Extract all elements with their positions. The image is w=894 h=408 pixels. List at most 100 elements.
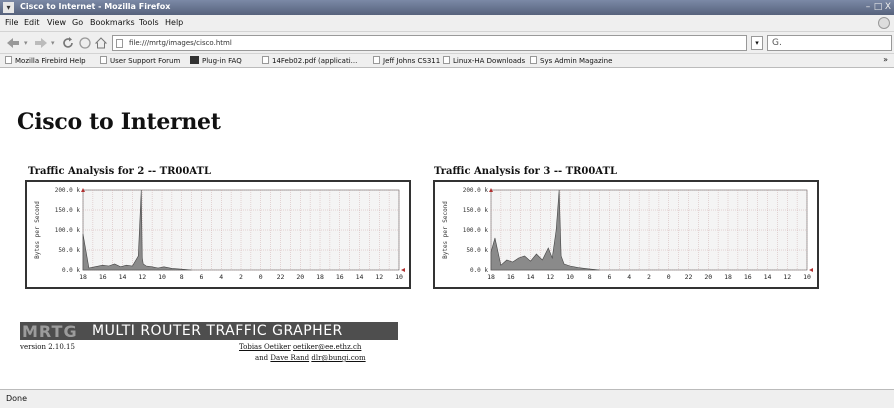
y-axis-label: Bytes per Second	[442, 201, 449, 259]
x-tick-label: 14	[764, 273, 772, 281]
left-arrow-icon	[7, 38, 19, 48]
author-email-link[interactable]: dlr@bungi.com	[311, 354, 365, 362]
x-tick-label: 16	[744, 273, 752, 281]
x-tick-label: 22	[277, 273, 285, 281]
credit-prefix: and	[255, 354, 269, 362]
bookmark-item[interactable]: Sys Admin Magazine	[530, 56, 612, 65]
bookmark-item[interactable]: Jeff Johns CS311	[373, 56, 440, 65]
page-icon	[5, 56, 12, 64]
author-link[interactable]: Dave Rand	[270, 354, 309, 362]
url-history-dropdown[interactable]: ▾	[751, 36, 763, 50]
y-tick-label: 100.0 k	[463, 227, 489, 234]
back-history-dropdown[interactable]: ▾	[24, 36, 28, 50]
minimize-button[interactable]: –	[863, 2, 873, 13]
x-tick-label: 0	[259, 273, 263, 281]
page-icon	[373, 56, 380, 64]
url-input[interactable]: file:///mrtg/images/cisco.html	[112, 35, 747, 51]
back-button[interactable]	[5, 36, 21, 50]
x-tick-label: 4	[219, 273, 223, 281]
menu-bar: File Edit View Go Bookmarks Tools Help	[0, 15, 894, 32]
x-tick-label: 20	[296, 273, 304, 281]
traffic-graph-1[interactable]: 200.0 k 150.0 k 100.0 k 50.0 k 0.0 k Bytes pe…	[25, 180, 411, 289]
x-tick-label: 6	[608, 273, 612, 281]
author-email-link[interactable]: oetiker@ee.ethz.ch	[293, 343, 361, 351]
mrtg-logo-fullname: MULTI ROUTER TRAFFIC GRAPHER	[92, 323, 343, 339]
y-tick-label: 100.0 k	[55, 227, 81, 234]
y-tick-label: 0.0 k	[62, 267, 80, 274]
author-link[interactable]: Tobias Oetiker	[239, 343, 291, 351]
credit-line-1: Tobias Oetiker oetiker@ee.ethz.ch	[239, 343, 361, 351]
mrtg-logo-word: MRTG	[22, 322, 78, 341]
page-icon	[530, 56, 537, 64]
x-axis-arrow-icon	[401, 268, 405, 272]
traffic-graph-2[interactable]: 200.0 k 150.0 k 100.0 k 50.0 k 0.0 k Bytes pe…	[433, 180, 819, 289]
x-tick-label: 10	[566, 273, 574, 281]
google-search-icon: G.	[772, 38, 782, 48]
home-button[interactable]	[94, 36, 108, 50]
bookmark-item[interactable]: User Support Forum	[100, 56, 180, 65]
navigation-toolbar: ▾ ▾ file:///mrtg/images/cisco.html ▾ G.	[0, 32, 894, 54]
x-tick-label: 14	[356, 273, 364, 281]
x-tick-label: 12	[375, 273, 383, 281]
search-input[interactable]: G.	[767, 35, 892, 51]
url-text: file:///mrtg/images/cisco.html	[129, 39, 232, 47]
window-title: Cisco to Internet - Mozilla Firefox	[20, 2, 171, 11]
window-menu-icon[interactable]: ▾	[3, 2, 14, 13]
menu-view[interactable]: View	[47, 18, 66, 27]
status-bar: Done	[0, 389, 894, 408]
stop-icon	[79, 37, 91, 49]
close-button[interactable]: X	[883, 2, 893, 13]
forward-history-dropdown[interactable]: ▾	[51, 36, 55, 50]
menu-file[interactable]: File	[5, 18, 18, 27]
plugin-icon	[190, 56, 199, 64]
x-tick-label: 22	[685, 273, 693, 281]
x-tick-label: 8	[588, 273, 592, 281]
bookmarks-overflow-chevron[interactable]: »	[883, 55, 888, 64]
version-text: version 2.10.15	[20, 343, 75, 351]
x-tick-label: 2	[239, 273, 243, 281]
x-tick-label: 2	[647, 273, 651, 281]
x-tick-label: 16	[99, 273, 107, 281]
window-titlebar: ▾ Cisco to Internet - Mozilla Firefox – …	[0, 0, 894, 15]
x-tick-label: 12	[783, 273, 791, 281]
right-arrow-icon	[35, 38, 47, 48]
menu-edit[interactable]: Edit	[24, 18, 40, 27]
x-tick-label: 10	[158, 273, 166, 281]
forward-button[interactable]	[33, 36, 49, 50]
x-tick-label: 18	[79, 273, 87, 281]
x-tick-label: 10	[803, 273, 811, 281]
bookmark-item[interactable]: Linux-HA Downloads	[443, 56, 525, 65]
page-icon	[262, 56, 269, 64]
x-tick-label: 12	[138, 273, 146, 281]
bookmarks-toolbar: Mozilla Firebird Help User Support Forum…	[0, 54, 894, 68]
x-tick-label: 14	[527, 273, 535, 281]
credit-line-2: and Dave Rand dlr@bungi.com	[255, 354, 366, 362]
x-tick-label: 12	[546, 273, 554, 281]
x-tick-label: 10	[395, 273, 403, 281]
bookmark-item[interactable]: Mozilla Firebird Help	[5, 56, 86, 65]
page-icon	[116, 39, 123, 48]
page-icon	[443, 56, 450, 64]
graph-caption: Traffic Analysis for 2 -- TR00ATL	[28, 166, 211, 177]
bookmark-item[interactable]: Plug-in FAQ	[190, 56, 242, 65]
x-tick-label: 14	[119, 273, 127, 281]
maximize-button[interactable]: □	[873, 2, 883, 13]
menu-help[interactable]: Help	[165, 18, 183, 27]
y-axis-label: Bytes per Second	[34, 201, 41, 259]
home-icon	[94, 37, 108, 49]
x-axis-arrow-icon	[809, 268, 813, 272]
menu-bookmarks[interactable]: Bookmarks	[90, 18, 135, 27]
y-tick-label: 200.0 k	[463, 187, 489, 194]
reload-icon	[63, 37, 73, 48]
y-tick-label: 0.0 k	[470, 267, 488, 274]
x-tick-label: 8	[180, 273, 184, 281]
reload-button[interactable]	[61, 36, 75, 50]
page-content: Cisco to Internet Traffic Analysis for 2…	[0, 69, 894, 389]
bookmark-item[interactable]: 14Feb02.pdf (applicati...	[262, 56, 357, 65]
y-tick-label: 50.0 k	[58, 247, 80, 254]
mrtg-logo[interactable]: MRTG MULTI ROUTER TRAFFIC GRAPHER	[20, 322, 398, 341]
menu-tools[interactable]: Tools	[139, 18, 159, 27]
x-tick-label: 18	[487, 273, 495, 281]
menu-go[interactable]: Go	[72, 18, 83, 27]
stop-button[interactable]	[78, 36, 92, 50]
